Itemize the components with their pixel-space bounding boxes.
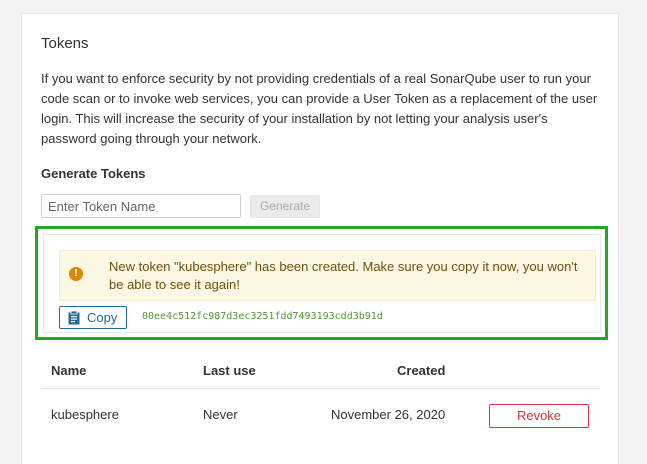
created-cell: November 26, 2020	[331, 407, 446, 422]
section-description: If you want to enforce security by not p…	[41, 71, 598, 146]
last-use-cell: Never	[203, 407, 238, 422]
column-name: Name	[51, 363, 87, 378]
revoke-button[interactable]: Revoke	[489, 404, 589, 428]
token-created-alert: ! New token "kubesphere" has been create…	[59, 250, 596, 301]
column-last-use: Last use	[203, 363, 256, 378]
token-value: 00ee4c512fc987d3ec3251fdd7493193cdd3b91d	[142, 311, 383, 322]
tokens-card: Tokens If you want to enforce security b…	[21, 13, 619, 464]
table-row: kubesphere Never November 26, 2020 Revok…	[41, 389, 600, 441]
column-created: Created	[397, 363, 446, 378]
copy-label: Copy	[87, 310, 118, 325]
section-title: Tokens	[41, 35, 89, 52]
tokens-table-header: Name Last use Created	[41, 356, 600, 389]
generate-button[interactable]: Generate	[250, 195, 320, 218]
generate-tokens-title: Generate Tokens	[41, 166, 146, 181]
warning-circle-icon: !	[69, 267, 83, 281]
token-name-cell: kubesphere	[51, 407, 119, 422]
new-token-panel: ! New token "kubesphere" has been create…	[43, 234, 601, 333]
copy-button[interactable]: Copy	[59, 306, 127, 329]
clipboard-icon	[68, 311, 80, 325]
new-token-highlight: ! New token "kubesphere" has been create…	[35, 226, 608, 340]
alert-message: New token "kubesphere" has been created.…	[109, 259, 578, 292]
token-name-input[interactable]	[41, 194, 241, 218]
